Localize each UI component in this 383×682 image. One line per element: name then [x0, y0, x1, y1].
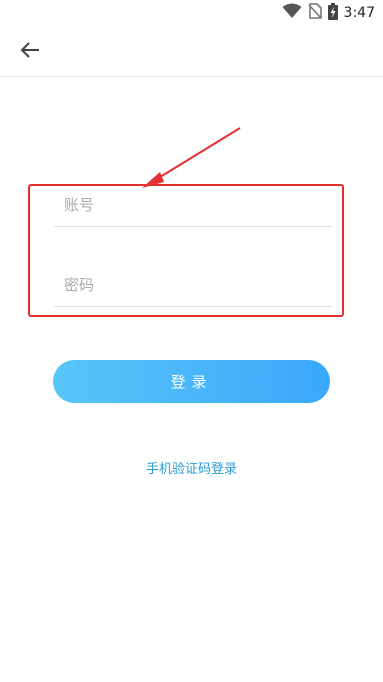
sms-login-link[interactable]: 手机验证码登录	[0, 460, 383, 480]
password-input[interactable]	[64, 266, 324, 304]
back-button[interactable]	[10, 32, 50, 72]
arrow-left-icon	[20, 41, 40, 63]
login-form-highlight	[28, 184, 344, 317]
app-bar	[0, 26, 383, 77]
battery-charging-icon	[327, 2, 338, 24]
password-field	[54, 266, 332, 307]
status-time: 3:47	[343, 5, 375, 21]
status-icons: 3:47	[282, 2, 375, 24]
account-input[interactable]	[64, 186, 324, 224]
wifi-icon	[282, 3, 302, 23]
account-field	[54, 186, 332, 227]
status-bar: 3:47	[0, 0, 383, 26]
login-button[interactable]: 登录	[53, 360, 330, 403]
no-sim-icon	[307, 3, 322, 23]
